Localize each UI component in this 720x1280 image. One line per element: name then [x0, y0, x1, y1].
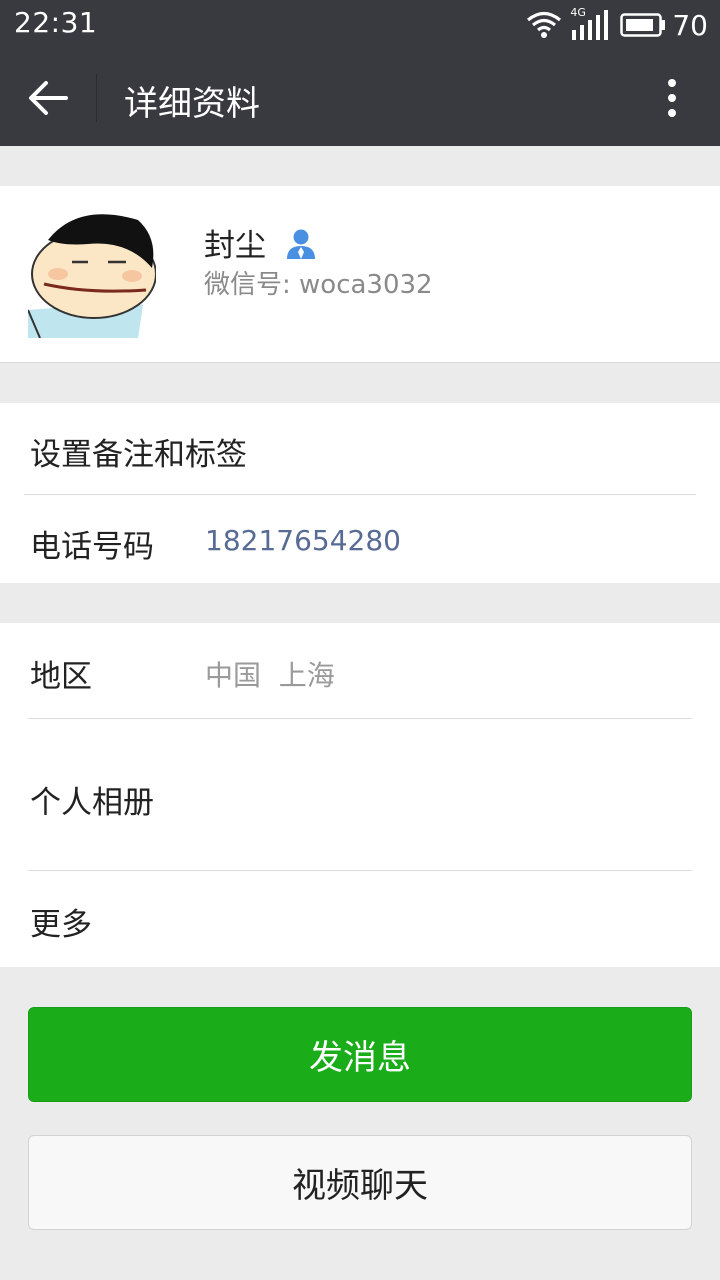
phone-number-link[interactable]: 18217654280 — [205, 524, 401, 557]
remark-phone-section: 设置备注和标签 电话号码 18217654280 — [0, 403, 720, 583]
send-message-button[interactable]: 发消息 — [28, 1007, 692, 1102]
title-bar: 详细资料 — [0, 50, 720, 146]
title-divider — [96, 74, 97, 122]
more-options-button[interactable] — [660, 76, 684, 120]
status-bar: 22:31 4G 70 — [0, 0, 720, 50]
arrow-left-icon — [29, 81, 68, 115]
info-section: 地区 中国 上海 个人相册 更多 — [0, 623, 720, 967]
status-icons: 4G 70 — [526, 6, 708, 43]
cell-signal-icon: 4G — [570, 6, 610, 42]
contact-name: 封尘 — [204, 228, 266, 264]
more-vertical-icon — [668, 79, 676, 117]
personal-album-row[interactable]: 个人相册 — [0, 719, 720, 870]
phone-label: 电话号码 — [30, 529, 154, 565]
name-row: 封尘 — [204, 220, 318, 265]
avatar[interactable] — [28, 210, 156, 338]
set-remark-label: 设置备注和标签 — [30, 437, 247, 473]
region-value: 中国 上海 — [205, 659, 335, 692]
wifi-icon — [527, 11, 562, 38]
more-row[interactable]: 更多 — [0, 871, 720, 967]
wechat-id: 微信号: woca3032 — [204, 270, 433, 300]
back-button[interactable] — [26, 78, 70, 118]
battery-level: 70 — [672, 8, 708, 42]
more-label: 更多 — [30, 907, 92, 943]
user-male-icon — [287, 229, 315, 259]
profile-card: 封尘 微信号: woca3032 — [0, 186, 720, 363]
phone-row: 电话号码 18217654280 — [0, 495, 720, 583]
avatar-cartoon-icon — [28, 210, 156, 338]
status-time: 22:31 — [14, 6, 98, 39]
page-title: 详细资料 — [124, 84, 260, 124]
region-row: 地区 中国 上海 — [0, 623, 720, 718]
personal-album-label: 个人相册 — [30, 785, 154, 821]
region-label: 地区 — [30, 659, 92, 695]
battery-icon — [620, 13, 666, 37]
video-chat-button[interactable]: 视频聊天 — [28, 1135, 692, 1230]
set-remark-row[interactable]: 设置备注和标签 — [0, 403, 720, 494]
